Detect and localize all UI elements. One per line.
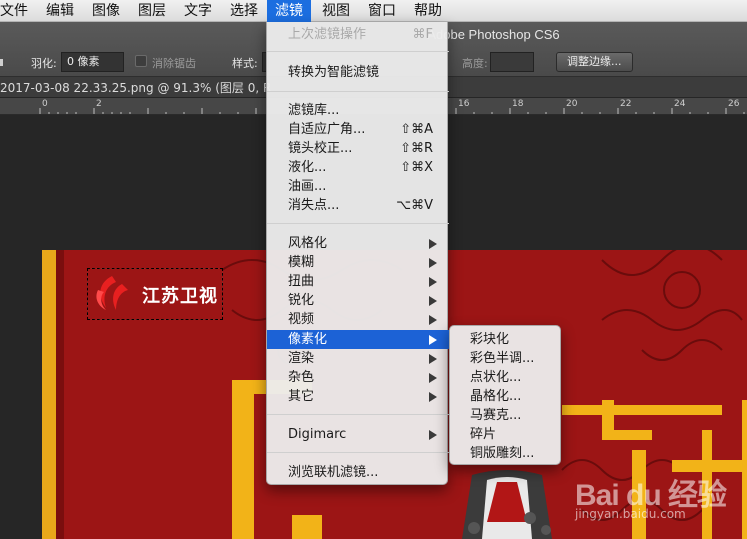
menu-item-label: 镜头校正...	[288, 141, 353, 156]
menu-type[interactable]: 文字	[176, 0, 220, 22]
submenu-arrow-icon	[429, 315, 437, 325]
submenu-arrow-icon	[429, 296, 437, 306]
menu-shortcut: ⌘F	[412, 27, 433, 42]
submenu-arrow-icon	[429, 335, 437, 345]
watermark-url: jingyan.baidu.com	[575, 507, 686, 521]
tool-preset-icon[interactable]	[0, 59, 3, 66]
height-label: 高度:	[462, 57, 488, 70]
menu-item-label: 滤镜库...	[288, 103, 340, 118]
menu-item-filter-gallery[interactable]: 滤镜库...	[267, 101, 449, 120]
menu-item-browse-filters-online[interactable]: 浏览联机滤镜...	[267, 463, 449, 482]
menu-layer[interactable]: 图层	[130, 0, 174, 22]
menu-item-label: 风格化	[288, 236, 328, 251]
submenu-arrow-icon	[429, 258, 437, 268]
menu-separator	[267, 51, 449, 52]
ruler-tick: 0	[42, 99, 48, 109]
menu-item-vanishing-point[interactable]: 消失点... ⌥⌘V	[267, 196, 449, 215]
menu-item-video[interactable]: 视频	[267, 310, 449, 329]
menu-item-label: 视频	[288, 312, 315, 327]
menu-item-convert-smart-filters[interactable]: 转换为智能滤镜	[267, 63, 449, 82]
menu-file[interactable]: 文件	[0, 0, 36, 22]
submenu-item-color-halftone[interactable]: 彩色半调...	[450, 349, 560, 368]
submenu-item-fragment[interactable]: 碎片	[450, 425, 560, 444]
pixelate-submenu: 彩块化 彩色半调... 点状化... 晶格化... 马赛克... 碎片 铜版雕刻…	[449, 325, 561, 465]
menu-view[interactable]: 视图	[314, 0, 358, 22]
menu-item-other[interactable]: 其它	[267, 387, 449, 406]
menu-item-label: 油画...	[288, 179, 327, 194]
submenu-item-mezzotint[interactable]: 铜版雕刻...	[450, 444, 560, 463]
menu-item-stylize[interactable]: 风格化	[267, 234, 449, 253]
submenu-arrow-icon	[429, 392, 437, 402]
menu-separator	[267, 414, 449, 415]
submenu-item-facet[interactable]: 彩块化	[450, 330, 560, 349]
menu-shortcut: ⇧⌘A	[400, 122, 433, 137]
menu-item-label: 像素化	[288, 332, 328, 347]
menu-item-label: 渲染	[288, 351, 315, 366]
submenu-arrow-icon	[429, 277, 437, 287]
menu-separator	[267, 223, 449, 224]
style-label: 样式:	[232, 57, 258, 70]
submenu-item-pointillize[interactable]: 点状化...	[450, 368, 560, 387]
submenu-item-mosaic[interactable]: 马赛克...	[450, 406, 560, 425]
feather-label: 羽化:	[31, 57, 57, 70]
menu-filter[interactable]: 滤镜	[267, 0, 311, 22]
menu-item-last-filter: 上次滤镜操作 ⌘F	[267, 25, 449, 44]
ruler-tick: 22	[620, 99, 632, 109]
submenu-arrow-icon	[429, 239, 437, 249]
menu-item-noise[interactable]: 杂色	[267, 368, 449, 387]
ruler-tick: 20	[566, 99, 578, 109]
document-tab-label: 2017-03-08 22.33.25.png @ 91.3% (图层 0, R	[0, 81, 272, 95]
menu-item-label: 自适应广角...	[288, 122, 366, 137]
height-input[interactable]	[490, 52, 534, 72]
menu-window[interactable]: 窗口	[360, 0, 404, 22]
menu-item-lens-correction[interactable]: 镜头校正... ⇧⌘R	[267, 139, 449, 158]
menu-item-label: 液化...	[288, 160, 327, 175]
menu-bar: 文件 编辑 图像 图层 文字 选择 滤镜 视图 窗口 帮助	[0, 0, 747, 22]
menu-help[interactable]: 帮助	[406, 0, 450, 22]
menu-image[interactable]: 图像	[84, 0, 128, 22]
antialias-label: 消除锯齿	[152, 57, 196, 70]
submenu-arrow-icon	[429, 373, 437, 383]
menu-shortcut: ⇧⌘X	[400, 160, 433, 175]
ruler-tick: 16	[458, 99, 470, 109]
menu-item-distort[interactable]: 扭曲	[267, 272, 449, 291]
menu-item-blur[interactable]: 模糊	[267, 253, 449, 272]
menu-select[interactable]: 选择	[222, 0, 266, 22]
marquee-selection[interactable]	[87, 268, 223, 320]
menu-item-sharpen[interactable]: 锐化	[267, 291, 449, 310]
menu-separator	[267, 91, 449, 92]
menu-edit[interactable]: 编辑	[38, 0, 82, 22]
ruler-tick: 2	[96, 99, 102, 109]
menu-item-liquify[interactable]: 液化... ⇧⌘X	[267, 158, 449, 177]
menu-item-label: 锐化	[288, 293, 315, 308]
menu-item-label: 杂色	[288, 370, 315, 385]
baidu-watermark: Bai du 经验 jingyan.baidu.com	[575, 470, 740, 525]
menu-item-label: 扭曲	[288, 274, 315, 289]
menu-item-label: 模糊	[288, 255, 315, 270]
menu-shortcut: ⌥⌘V	[396, 198, 433, 213]
menu-separator	[267, 452, 449, 453]
menu-item-adaptive-wide-angle[interactable]: 自适应广角... ⇧⌘A	[267, 120, 449, 139]
ruler-tick: 26	[728, 99, 740, 109]
menu-item-pixelate[interactable]: 像素化	[267, 330, 449, 349]
menu-item-oil-paint[interactable]: 油画...	[267, 177, 449, 196]
menu-item-digimarc[interactable]: Digimarc	[267, 425, 449, 444]
menu-item-render[interactable]: 渲染	[267, 349, 449, 368]
submenu-arrow-icon	[429, 430, 437, 440]
feather-input[interactable]: 0 像素	[61, 52, 124, 72]
submenu-item-crystallize[interactable]: 晶格化...	[450, 387, 560, 406]
menu-item-label: 浏览联机滤镜...	[288, 465, 379, 480]
menu-item-label: 转换为智能滤镜	[288, 65, 380, 80]
menu-item-label: 上次滤镜操作	[288, 27, 367, 42]
menu-item-label: Digimarc	[288, 427, 347, 442]
refine-edge-button[interactable]: 调整边缘...	[556, 52, 633, 72]
submenu-arrow-icon	[429, 354, 437, 364]
antialias-checkbox[interactable]	[135, 55, 147, 67]
filter-menu: 上次滤镜操作 ⌘F 转换为智能滤镜 滤镜库... 自适应广角... ⇧⌘A 镜头…	[266, 22, 449, 485]
menu-item-label: 其它	[288, 389, 315, 404]
menu-item-label: 消失点...	[288, 198, 340, 213]
menu-shortcut: ⇧⌘R	[400, 141, 433, 156]
ruler-tick: 24	[674, 99, 686, 109]
ruler-tick: 18	[512, 99, 524, 109]
